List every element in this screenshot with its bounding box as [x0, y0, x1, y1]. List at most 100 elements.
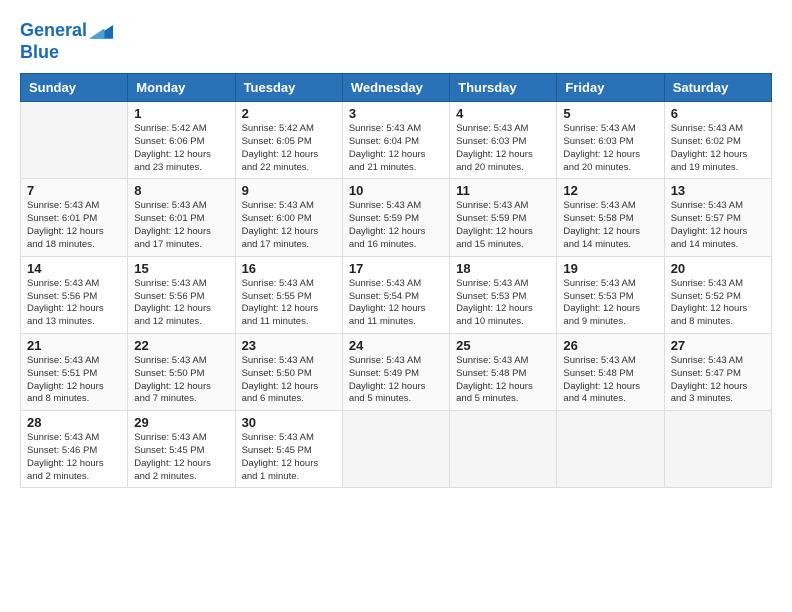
calendar-week-row: 14 Sunrise: 5:43 AMSunset: 5:56 PMDayligh… — [21, 256, 772, 333]
logo-text: General — [20, 20, 87, 42]
calendar-cell: 6 Sunrise: 5:43 AMSunset: 6:02 PMDaylight… — [664, 102, 771, 179]
day-number: 29 — [134, 415, 228, 430]
day-number: 3 — [349, 106, 443, 121]
day-info: Sunrise: 5:43 AMSunset: 5:57 PMDaylight:… — [671, 200, 765, 251]
calendar-cell — [450, 411, 557, 488]
logo-icon — [89, 21, 113, 41]
day-info: Sunrise: 5:43 AMSunset: 6:04 PMDaylight:… — [349, 123, 443, 174]
day-number: 18 — [456, 261, 550, 276]
day-info: Sunrise: 5:42 AMSunset: 6:06 PMDaylight:… — [134, 123, 228, 174]
calendar-cell: 13 Sunrise: 5:43 AMSunset: 5:57 PMDayligh… — [664, 179, 771, 256]
day-info: Sunrise: 5:43 AMSunset: 5:51 PMDaylight:… — [27, 355, 121, 406]
calendar-cell: 2 Sunrise: 5:42 AMSunset: 6:05 PMDaylight… — [235, 102, 342, 179]
day-number: 4 — [456, 106, 550, 121]
calendar-cell: 10Sunrise: 5:43 AMSunset: 5:59 PMDayligh… — [342, 179, 449, 256]
weekday-header: Tuesday — [235, 74, 342, 102]
calendar-cell: 29 Sunrise: 5:43 AMSunset: 5:45 PMDayligh… — [128, 411, 235, 488]
day-number: 15 — [134, 261, 228, 276]
logo-blue-text: Blue — [20, 42, 113, 64]
day-info: Sunrise: 5:43 AMSunset: 5:54 PMDaylight:… — [349, 278, 443, 329]
weekday-header: Sunday — [21, 74, 128, 102]
calendar-week-row: 1 Sunrise: 5:42 AMSunset: 6:06 PMDaylight… — [21, 102, 772, 179]
weekday-header: Saturday — [664, 74, 771, 102]
calendar-cell: 16 Sunrise: 5:43 AMSunset: 5:55 PMDayligh… — [235, 256, 342, 333]
day-number: 11 — [456, 183, 550, 198]
day-info: Sunrise: 5:43 AMSunset: 6:03 PMDaylight:… — [563, 123, 657, 174]
day-number: 2 — [242, 106, 336, 121]
day-info: Sunrise: 5:43 AMSunset: 5:48 PMDaylight:… — [456, 355, 550, 406]
calendar-week-row: 21 Sunrise: 5:43 AMSunset: 5:51 PMDayligh… — [21, 333, 772, 410]
day-info: Sunrise: 5:43 AMSunset: 5:50 PMDaylight:… — [242, 355, 336, 406]
calendar-cell: 14 Sunrise: 5:43 AMSunset: 5:56 PMDayligh… — [21, 256, 128, 333]
calendar-cell: 4 Sunrise: 5:43 AMSunset: 6:03 PMDaylight… — [450, 102, 557, 179]
day-info: Sunrise: 5:43 AMSunset: 6:01 PMDaylight:… — [134, 200, 228, 251]
day-number: 20 — [671, 261, 765, 276]
day-info: Sunrise: 5:43 AMSunset: 5:58 PMDaylight:… — [563, 200, 657, 251]
day-info: Sunrise: 5:43 AMSunset: 6:01 PMDaylight:… — [27, 200, 121, 251]
day-info: Sunrise: 5:43 AMSunset: 5:59 PMDaylight:… — [349, 200, 443, 251]
calendar-cell: 5 Sunrise: 5:43 AMSunset: 6:03 PMDaylight… — [557, 102, 664, 179]
day-number: 16 — [242, 261, 336, 276]
calendar-cell: 25 Sunrise: 5:43 AMSunset: 5:48 PMDayligh… — [450, 333, 557, 410]
calendar-cell — [342, 411, 449, 488]
day-number: 21 — [27, 338, 121, 353]
calendar-cell — [21, 102, 128, 179]
day-info: Sunrise: 5:43 AMSunset: 5:55 PMDaylight:… — [242, 278, 336, 329]
calendar-cell: 3 Sunrise: 5:43 AMSunset: 6:04 PMDaylight… — [342, 102, 449, 179]
day-info: Sunrise: 5:43 AMSunset: 6:03 PMDaylight:… — [456, 123, 550, 174]
day-info: Sunrise: 5:43 AMSunset: 5:53 PMDaylight:… — [456, 278, 550, 329]
day-number: 26 — [563, 338, 657, 353]
day-info: Sunrise: 5:43 AMSunset: 5:56 PMDaylight:… — [27, 278, 121, 329]
day-info: Sunrise: 5:43 AMSunset: 5:45 PMDaylight:… — [134, 432, 228, 483]
calendar-cell: 23 Sunrise: 5:43 AMSunset: 5:50 PMDayligh… — [235, 333, 342, 410]
calendar-cell: 30Sunrise: 5:43 AMSunset: 5:45 PMDayligh… — [235, 411, 342, 488]
day-number: 9 — [242, 183, 336, 198]
day-info: Sunrise: 5:43 AMSunset: 5:46 PMDaylight:… — [27, 432, 121, 483]
weekday-header: Wednesday — [342, 74, 449, 102]
day-info: Sunrise: 5:43 AMSunset: 5:47 PMDaylight:… — [671, 355, 765, 406]
day-number: 25 — [456, 338, 550, 353]
calendar-cell: 21 Sunrise: 5:43 AMSunset: 5:51 PMDayligh… — [21, 333, 128, 410]
logo: General Blue — [20, 20, 113, 63]
calendar-week-row: 7 Sunrise: 5:43 AMSunset: 6:01 PMDaylight… — [21, 179, 772, 256]
day-info: Sunrise: 5:43 AMSunset: 5:56 PMDaylight:… — [134, 278, 228, 329]
day-info: Sunrise: 5:42 AMSunset: 6:05 PMDaylight:… — [242, 123, 336, 174]
calendar-cell: 1 Sunrise: 5:42 AMSunset: 6:06 PMDaylight… — [128, 102, 235, 179]
day-number: 7 — [27, 183, 121, 198]
day-info: Sunrise: 5:43 AMSunset: 6:00 PMDaylight:… — [242, 200, 336, 251]
day-info: Sunrise: 5:43 AMSunset: 5:59 PMDaylight:… — [456, 200, 550, 251]
day-number: 17 — [349, 261, 443, 276]
day-info: Sunrise: 5:43 AMSunset: 5:50 PMDaylight:… — [134, 355, 228, 406]
calendar-cell: 11 Sunrise: 5:43 AMSunset: 5:59 PMDayligh… — [450, 179, 557, 256]
day-info: Sunrise: 5:43 AMSunset: 5:52 PMDaylight:… — [671, 278, 765, 329]
calendar-cell: 7 Sunrise: 5:43 AMSunset: 6:01 PMDaylight… — [21, 179, 128, 256]
day-number: 5 — [563, 106, 657, 121]
day-number: 23 — [242, 338, 336, 353]
calendar-cell: 27Sunrise: 5:43 AMSunset: 5:47 PMDayligh… — [664, 333, 771, 410]
day-info: Sunrise: 5:43 AMSunset: 5:48 PMDaylight:… — [563, 355, 657, 406]
day-number: 1 — [134, 106, 228, 121]
day-info: Sunrise: 5:43 AMSunset: 6:02 PMDaylight:… — [671, 123, 765, 174]
day-number: 22 — [134, 338, 228, 353]
day-number: 28 — [27, 415, 121, 430]
day-info: Sunrise: 5:43 AMSunset: 5:49 PMDaylight:… — [349, 355, 443, 406]
calendar-cell: 12Sunrise: 5:43 AMSunset: 5:58 PMDayligh… — [557, 179, 664, 256]
weekday-header: Monday — [128, 74, 235, 102]
weekday-header: Friday — [557, 74, 664, 102]
calendar-week-row: 28 Sunrise: 5:43 AMSunset: 5:46 PMDayligh… — [21, 411, 772, 488]
day-number: 24 — [349, 338, 443, 353]
day-number: 8 — [134, 183, 228, 198]
calendar-cell: 26 Sunrise: 5:43 AMSunset: 5:48 PMDayligh… — [557, 333, 664, 410]
day-number: 13 — [671, 183, 765, 198]
calendar-cell: 20 Sunrise: 5:43 AMSunset: 5:52 PMDayligh… — [664, 256, 771, 333]
day-info: Sunrise: 5:43 AMSunset: 5:53 PMDaylight:… — [563, 278, 657, 329]
calendar: SundayMondayTuesdayWednesdayThursdayFrid… — [20, 73, 772, 488]
calendar-cell: 18 Sunrise: 5:43 AMSunset: 5:53 PMDayligh… — [450, 256, 557, 333]
calendar-cell: 17 Sunrise: 5:43 AMSunset: 5:54 PMDayligh… — [342, 256, 449, 333]
day-number: 30 — [242, 415, 336, 430]
calendar-cell: 22 Sunrise: 5:43 AMSunset: 5:50 PMDayligh… — [128, 333, 235, 410]
day-number: 6 — [671, 106, 765, 121]
header: General Blue — [20, 20, 772, 63]
day-number: 14 — [27, 261, 121, 276]
day-number: 19 — [563, 261, 657, 276]
